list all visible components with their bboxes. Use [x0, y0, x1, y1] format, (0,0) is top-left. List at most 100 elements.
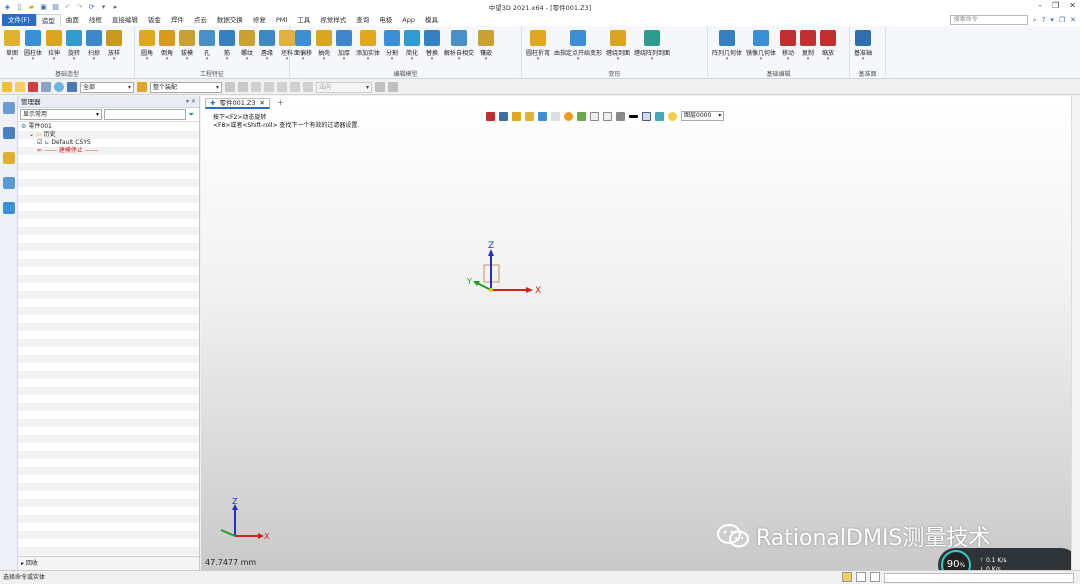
tab-15[interactable]: 模具	[420, 14, 443, 26]
restore-ribbon-icon[interactable]: ❐	[1059, 16, 1065, 24]
tab-0[interactable]: 造型	[35, 14, 61, 26]
new-file-icon[interactable]: ▯	[15, 3, 24, 12]
pick-filter-icon[interactable]	[2, 82, 12, 92]
chevron-down-icon[interactable]: ▾	[726, 57, 729, 62]
chevron-down-icon[interactable]: ▾	[206, 57, 209, 62]
tab-5[interactable]: 焊件	[166, 14, 189, 26]
recycle-section[interactable]: ▸ 回收	[18, 556, 199, 570]
open-file-icon[interactable]: ▰	[27, 3, 36, 12]
exit-icon[interactable]	[486, 111, 495, 121]
chevron-down-icon[interactable]: ▾	[323, 57, 326, 62]
chevron-down-icon[interactable]: ▾	[186, 57, 189, 62]
grid-snap-icon[interactable]	[251, 82, 261, 92]
file-menu-button[interactable]: 文件(F)	[2, 14, 36, 26]
tab-14[interactable]: App	[397, 14, 420, 26]
chevron-down-icon[interactable]: ▾	[862, 57, 865, 62]
tab-2[interactable]: 线框	[84, 14, 107, 26]
tab-6[interactable]: 点云	[189, 14, 212, 26]
chevron-down-icon[interactable]: ▾	[286, 57, 289, 62]
chevron-down-icon[interactable]: ▾	[226, 57, 229, 62]
sphere-select-icon[interactable]	[54, 82, 64, 92]
undo-icon[interactable]: ↶	[63, 3, 72, 12]
view-manager-icon[interactable]	[3, 177, 15, 189]
funnel-icon[interactable]: ⏷	[188, 110, 194, 120]
cube-view-icon[interactable]	[538, 111, 547, 121]
restore-icon[interactable]: ❐	[1052, 1, 1059, 10]
help-icon[interactable]: ?	[1042, 16, 1046, 24]
chevron-down-icon[interactable]: ▾	[807, 57, 810, 62]
document-tab[interactable]: ✚ 零件001.Z3 ✕	[205, 98, 270, 109]
graphics-viewport[interactable]: ✚ 零件001.Z3 ✕ + 按下<F2>动态旋转 <F8>或者<Shift-r…	[201, 96, 1080, 582]
chevron-down-icon[interactable]: ▾	[577, 57, 580, 62]
pen-icon[interactable]	[512, 111, 521, 121]
stop-icon[interactable]	[290, 82, 300, 92]
chevron-down-icon[interactable]: ▾	[1050, 16, 1054, 24]
visibility-checkbox[interactable]: ☑	[37, 139, 42, 147]
redo-icon[interactable]: ↷	[75, 3, 84, 12]
close-document-icon[interactable]: ✕	[1070, 16, 1076, 24]
command-search-input[interactable]: 搜索命令	[949, 15, 1028, 25]
panel-controls[interactable]: ▾ ✕	[186, 96, 196, 108]
pick-scope-select[interactable]: 整个装配	[150, 81, 222, 93]
pin-icon[interactable]	[388, 82, 398, 92]
camera-icon[interactable]	[551, 111, 560, 121]
status-input[interactable]	[884, 573, 1074, 583]
assembly-icon[interactable]	[137, 82, 147, 92]
chevron-down-icon[interactable]: ▾	[146, 57, 149, 62]
chevron-down-icon[interactable]: ▾	[343, 57, 346, 62]
play-icon[interactable]: ▸	[111, 3, 120, 12]
filter-select[interactable]: 全部	[80, 81, 134, 93]
display-icon[interactable]	[616, 111, 625, 121]
chevron-down-icon[interactable]: ▾	[391, 57, 394, 62]
chevron-down-icon[interactable]: ▾	[617, 57, 620, 62]
shading-icon[interactable]	[525, 111, 534, 121]
layer-select[interactable]: 图层0000	[681, 111, 725, 121]
chevron-down-icon[interactable]: ▾	[367, 57, 370, 62]
render-mode-icon[interactable]	[499, 111, 508, 121]
cursor-icon[interactable]	[375, 82, 385, 92]
tree-row[interactable]: ⚙ 零件001	[18, 123, 199, 131]
refresh-icon[interactable]: ⟳	[87, 3, 96, 12]
chevron-down-icon[interactable]: ▾	[485, 57, 488, 62]
print-icon[interactable]: ▤	[51, 3, 60, 12]
minimize-icon[interactable]: –	[1038, 1, 1042, 10]
pick-mode-icon[interactable]	[15, 82, 25, 92]
manager-search-input[interactable]	[104, 109, 186, 120]
tab-4[interactable]: 钣金	[143, 14, 166, 26]
line-color-icon[interactable]	[629, 114, 638, 118]
tab-11[interactable]: 视觉样式	[315, 14, 351, 26]
chevron-down-icon[interactable]: ▾	[53, 57, 56, 62]
tab-12[interactable]: 查询	[351, 14, 374, 26]
save-icon[interactable]: ▣	[39, 3, 48, 12]
tree-row[interactable]: ⇐ ------ 建模停止 ------	[18, 147, 199, 155]
tab-3[interactable]: 直接编辑	[107, 14, 143, 26]
step-icon[interactable]	[277, 82, 287, 92]
frame-icon[interactable]	[590, 111, 599, 121]
appearance-icon[interactable]	[564, 111, 573, 121]
tab-1[interactable]: 曲面	[61, 14, 84, 26]
chevron-down-icon[interactable]: ▾	[246, 57, 249, 62]
chevron-down-icon[interactable]: ▾	[827, 57, 830, 62]
chevron-down-icon[interactable]: ▾	[266, 57, 269, 62]
chevron-down-icon[interactable]: ▾	[411, 57, 414, 62]
material-icon[interactable]	[655, 111, 664, 121]
chevron-down-icon[interactable]: ▾	[760, 57, 763, 62]
close-icon[interactable]: ✕	[1069, 1, 1076, 10]
viewport-scrollbar[interactable]	[1071, 96, 1080, 570]
tab-7[interactable]: 数据交换	[212, 14, 248, 26]
chevron-down-icon[interactable]: ▾	[537, 57, 540, 62]
box-select-icon[interactable]	[41, 82, 51, 92]
tab-13[interactable]: 电极	[374, 14, 397, 26]
bulb-icon[interactable]	[668, 111, 677, 121]
deselect-icon[interactable]	[28, 82, 38, 92]
chevron-down-icon[interactable]: ▾	[787, 57, 790, 62]
tab-10[interactable]: 工具	[292, 14, 315, 26]
part-library-icon[interactable]	[3, 152, 15, 164]
direction-select[interactable]: 法向	[316, 81, 372, 93]
chevron-down-icon[interactable]: ▾	[73, 57, 76, 62]
color-swatch-icon[interactable]	[642, 111, 651, 121]
chevron-down-icon[interactable]: ▾	[113, 57, 116, 62]
close-icon[interactable]: ✕	[260, 99, 265, 107]
tab-9[interactable]: PMI	[271, 14, 292, 26]
history-manager-icon[interactable]	[3, 102, 15, 114]
